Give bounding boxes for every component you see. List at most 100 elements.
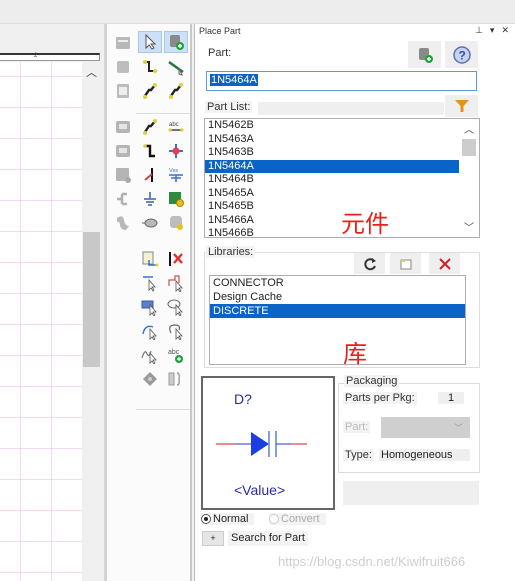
part-list-item[interactable]: 1N5465B (205, 200, 459, 214)
panel-controls: ⊥ ▾ ✕ (475, 25, 509, 36)
place-ieee-symbol-tool[interactable] (138, 248, 162, 270)
place-elliptical-arc-tool[interactable] (164, 320, 188, 342)
preview-value: <Value> (234, 482, 286, 498)
part-list-item[interactable]: 1N5466B (205, 227, 459, 237)
schematic-canvas[interactable] (0, 62, 82, 581)
part-filter-field[interactable] (258, 102, 444, 115)
library-list[interactable]: CONNECTOR Design Cache DISCRETE (209, 275, 466, 365)
scroll-up-icon[interactable]: ︿ (464, 121, 474, 136)
library-item-selected[interactable]: DISCRETE (210, 304, 465, 318)
new-library-icon (400, 259, 411, 269)
scroll-down-icon[interactable]: ﹀ (464, 219, 474, 234)
place-polyline-tool[interactable] (164, 272, 188, 294)
place-no-connect-tool[interactable] (164, 248, 188, 270)
place-power-vss-tool[interactable]: Vss (164, 164, 188, 186)
place-bus-entry-tool[interactable] (138, 140, 162, 162)
place-auto-wire-tool[interactable] (164, 80, 188, 102)
place-net-alias-tool[interactable]: abc (164, 116, 188, 138)
part-name-input[interactable]: 1N5464A (206, 71, 477, 91)
close-icon[interactable]: ✕ (501, 25, 509, 36)
expand-search-button[interactable]: + (202, 531, 224, 546)
search-for-part-label[interactable]: Search for Part (228, 531, 308, 546)
libraries-label: Libraries: (206, 246, 256, 258)
place-bus-tool[interactable] (138, 80, 162, 102)
remove-library-button[interactable] (429, 253, 460, 274)
place-pin-array-tool[interactable] (111, 140, 135, 162)
radio-icon (269, 514, 279, 524)
place-hierarchical-pin-tool[interactable] (111, 164, 135, 186)
place-wire-tool[interactable] (138, 56, 162, 78)
place-pin-tool[interactable] (111, 56, 135, 78)
place-bezier-tool[interactable] (138, 344, 162, 366)
part-list-item[interactable]: 1N5462B (205, 119, 459, 133)
diode-symbol-icon (216, 431, 307, 457)
place-ellipse-outline-tool[interactable] (164, 296, 188, 318)
snap-to-grid-tool[interactable] (138, 368, 162, 390)
package-part-select[interactable]: ﹀ (381, 417, 470, 438)
place-junction-tool[interactable] (164, 140, 188, 162)
place-part-panel: Place Part ⊥ ▾ ✕ Part: ? 1N5464A Part Li… (194, 24, 515, 581)
annotation-parts: 元件 (341, 210, 389, 238)
place-text-tool[interactable]: abc (164, 344, 188, 366)
annotation-libraries: 库 (343, 340, 367, 368)
new-library-button[interactable] (390, 253, 421, 274)
group-tool[interactable] (164, 368, 188, 390)
place-picture-tool[interactable] (164, 212, 188, 234)
place-auto-bus-tool[interactable] (138, 116, 162, 138)
panel-title: Place Part (199, 26, 241, 36)
place-ellipse-tool[interactable] (138, 212, 162, 234)
normal-radio[interactable]: Normal (201, 513, 255, 525)
help-icon: ? (452, 45, 471, 64)
svg-text:abc: abc (169, 122, 179, 128)
pin-icon[interactable]: ⊥ (475, 25, 483, 36)
package-part-label: Part: (343, 421, 371, 433)
part-list-item[interactable]: 1N5463A (205, 133, 459, 147)
horizontal-ruler: 2 (0, 53, 100, 61)
preview-refdes: D? (234, 391, 252, 407)
part-preview: D? <Value> (201, 376, 335, 510)
library-item[interactable]: Design Cache (210, 290, 465, 304)
part-list-scrollbar[interactable]: ︿ ﹀ (459, 119, 479, 237)
place-ic-tool[interactable] (164, 188, 188, 210)
place-hierarchical-port-tool[interactable] (111, 80, 135, 102)
tool-palette: abc Vss abc (106, 24, 192, 581)
ruler-mark: 2 (34, 53, 38, 59)
canvas-vertical-scrollbar[interactable]: ︿ (82, 62, 102, 581)
packaging-label: Packaging (344, 375, 400, 387)
place-ground-tool[interactable] (138, 188, 162, 210)
scroll-up-icon[interactable]: ︿ (86, 64, 97, 80)
part-list-item[interactable]: 1N5465A (205, 187, 459, 201)
part-name-value: 1N5464A (210, 74, 258, 86)
place-graphic-tool[interactable] (111, 212, 135, 234)
watermark: https://blog.csdn.net/Kiwifruit666 (278, 554, 466, 569)
help-button[interactable]: ? (445, 41, 478, 68)
radio-selected-icon (201, 514, 211, 524)
place-power-tool[interactable] (138, 164, 162, 186)
part-list-item[interactable]: 1N5466A (205, 214, 459, 228)
place-net-group-tool[interactable] (164, 56, 188, 78)
library-item[interactable]: CONNECTOR (210, 276, 465, 290)
parts-per-pkg-label: Parts per Pkg: (343, 392, 417, 404)
filter-icon (454, 100, 469, 112)
place-rectangle-tool[interactable] (138, 296, 162, 318)
add-library-button[interactable] (408, 41, 441, 68)
place-arc-tool[interactable] (138, 320, 162, 342)
select-tool[interactable] (138, 31, 162, 53)
part-list-label: Part List: (205, 101, 253, 113)
place-off-page-connector-tool[interactable] (111, 116, 135, 138)
scrollbar-thumb[interactable] (83, 232, 100, 367)
filter-button[interactable] (445, 95, 478, 117)
part-list-item[interactable]: 1N5463B (205, 146, 459, 160)
part-list-item[interactable]: 1N5464B (205, 173, 459, 187)
place-part-tool[interactable] (164, 31, 188, 53)
add-library-icon (418, 47, 433, 63)
panel-menu-icon[interactable]: ▾ (490, 25, 495, 36)
convert-radio[interactable]: Convert (269, 513, 326, 525)
part-list-item-selected[interactable]: 1N5464A (205, 159, 459, 173)
place-hierarchical-block-tool[interactable] (111, 32, 135, 54)
scrollbar-thumb[interactable] (462, 139, 476, 156)
place-line-tool[interactable] (138, 272, 162, 294)
svg-text:Vss: Vss (169, 168, 178, 174)
refresh-library-button[interactable] (354, 253, 385, 274)
place-net-tree-tool[interactable] (111, 188, 135, 210)
